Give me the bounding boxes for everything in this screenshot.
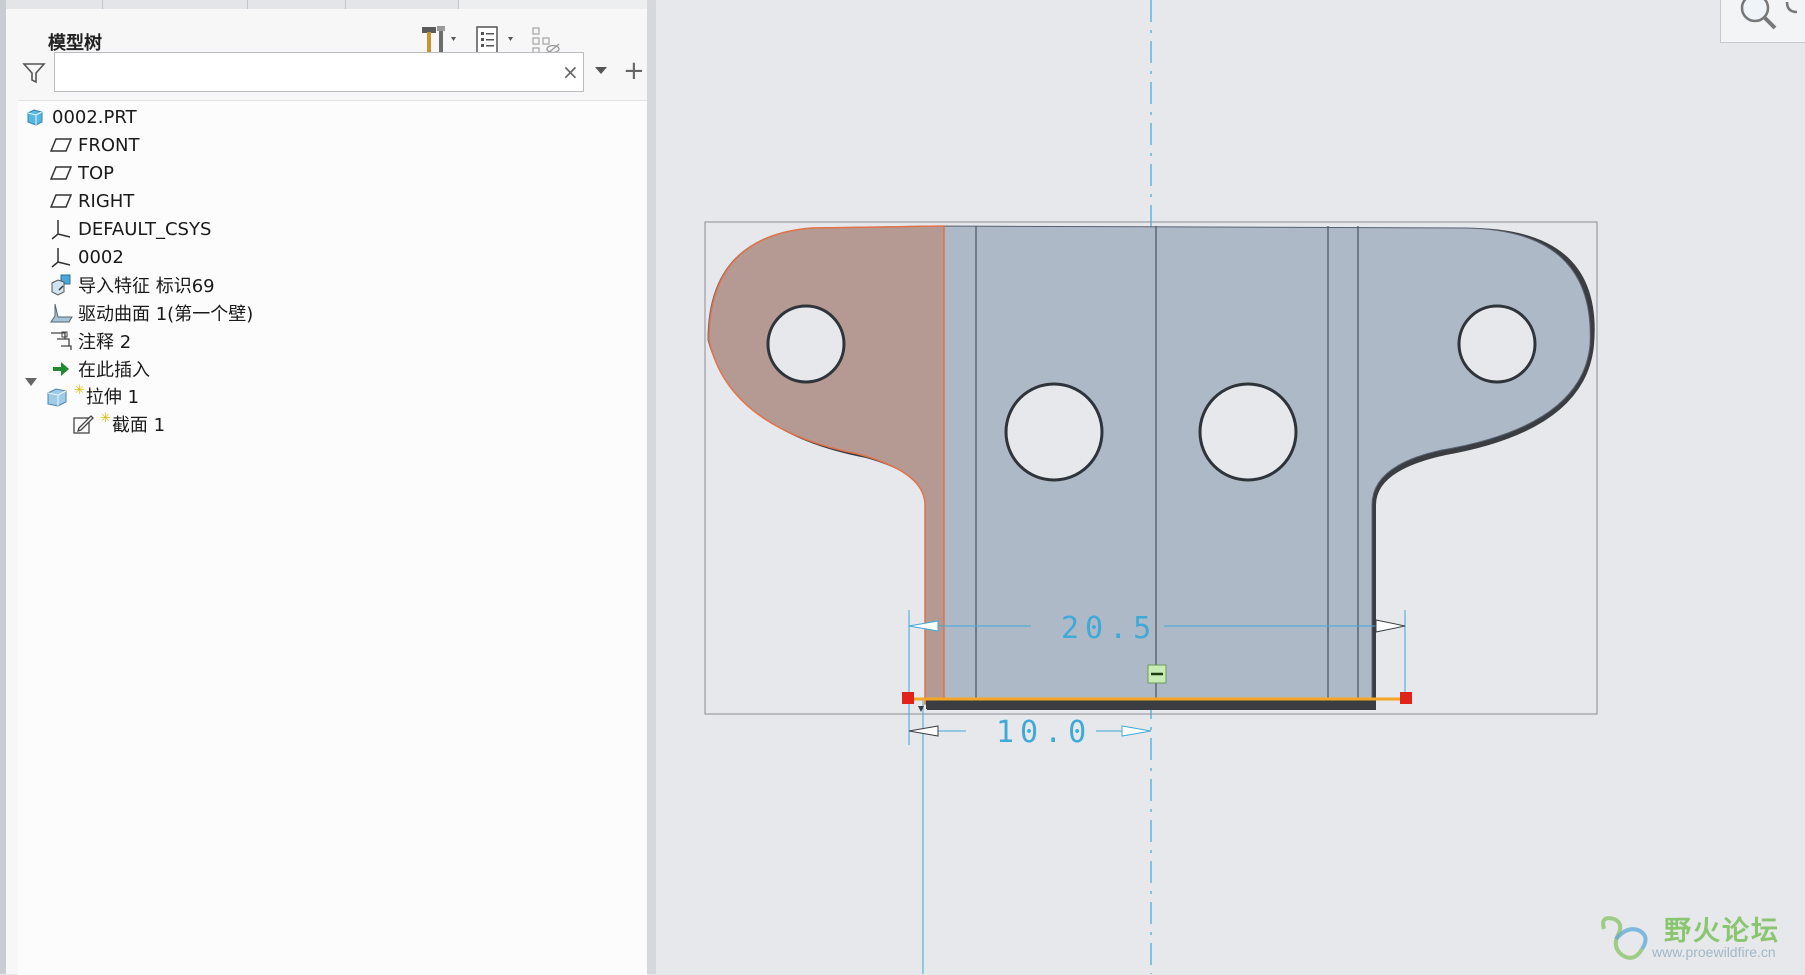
tab-model-tree[interactable] bbox=[6, 0, 103, 9]
new-feature-star-icon: ✳ bbox=[74, 383, 85, 398]
add-filter-icon[interactable]: + bbox=[623, 56, 645, 86]
tree-item-driving-surface[interactable]: 驱动曲面 1(第一个壁) bbox=[48, 299, 668, 327]
chevron-down-icon[interactable] bbox=[595, 67, 607, 75]
dimension-20-5[interactable]: 20.5 bbox=[1061, 611, 1157, 646]
dimension-10-0[interactable]: 10.0 bbox=[996, 715, 1092, 750]
tree-item-import-feature[interactable]: 导入特征 标识69 bbox=[48, 271, 668, 299]
tree-item-default-csys[interactable]: DEFAULT_CSYS bbox=[48, 215, 668, 243]
forum-watermark: 野火论坛 www.proewildfire.cn bbox=[1594, 905, 1799, 967]
coordinate-system-icon bbox=[51, 248, 71, 268]
extrude-icon bbox=[47, 388, 67, 407]
refit-icon[interactable] bbox=[1783, 0, 1805, 20]
annotation-icon bbox=[51, 331, 72, 350]
hole-left[interactable] bbox=[766, 304, 846, 384]
hole-right[interactable] bbox=[1457, 304, 1537, 384]
tree-item-part[interactable]: 0002.PRT bbox=[22, 103, 642, 131]
tab-web[interactable] bbox=[346, 0, 459, 9]
hole-center-left[interactable] bbox=[1004, 382, 1104, 482]
panel-header: 模型树 bbox=[6, 9, 647, 55]
tab-folder[interactable] bbox=[103, 0, 248, 9]
view-zoom-toolbar bbox=[1720, 0, 1805, 43]
tree-item-label: TOP bbox=[78, 162, 115, 184]
filter-icon[interactable] bbox=[22, 61, 46, 85]
search-input[interactable] bbox=[54, 52, 584, 92]
tree-item-annotation[interactable]: 注释 2 bbox=[48, 327, 668, 355]
tab-favorites[interactable] bbox=[248, 0, 346, 9]
driving-surface-icon bbox=[50, 303, 73, 323]
datum-plane-icon bbox=[50, 194, 72, 208]
tree-item-label: 0002.PRT bbox=[52, 106, 137, 128]
sketch-canvas[interactable]: 20.5 10.0 bbox=[656, 0, 1805, 974]
sketch-endpoint-handle[interactable] bbox=[1400, 692, 1412, 704]
import-feature-icon bbox=[51, 274, 71, 296]
zoom-icon[interactable] bbox=[1735, 0, 1779, 32]
tree-item-insert-here[interactable]: 在此插入 bbox=[48, 355, 668, 383]
sketch-endpoint-handle[interactable] bbox=[902, 692, 914, 704]
tree-item-front[interactable]: FRONT bbox=[48, 131, 668, 159]
tree-item-label: FRONT bbox=[78, 134, 140, 156]
tree-item-label: 拉伸 1 bbox=[85, 387, 140, 408]
insert-here-arrow-icon bbox=[53, 362, 69, 376]
watermark-logo-icon bbox=[1601, 916, 1648, 960]
sketch-icon bbox=[73, 415, 94, 434]
clear-search-icon[interactable]: × bbox=[562, 60, 579, 84]
collapse-triangle-icon[interactable] bbox=[24, 375, 38, 389]
tree-item-label: 导入特征 标识69 bbox=[78, 276, 215, 297]
panel-left-border bbox=[0, 0, 6, 974]
tree-item-label: 截面 1 bbox=[111, 415, 166, 436]
new-feature-star-icon: ✳ bbox=[100, 411, 111, 426]
tree-item-extrude[interactable]: ✳拉伸 1 bbox=[44, 382, 664, 410]
part-icon bbox=[27, 109, 43, 126]
tree-item-top[interactable]: TOP bbox=[48, 159, 668, 187]
dimension-arrow bbox=[1375, 619, 1406, 633]
tree-item-label: 0002 bbox=[78, 246, 124, 268]
tree-item-right[interactable]: RIGHT bbox=[48, 187, 668, 215]
panel-tab-strip bbox=[6, 0, 647, 9]
tree-item-label: DEFAULT_CSYS bbox=[78, 218, 212, 240]
datum-plane-icon bbox=[50, 166, 72, 180]
hole-center-right[interactable] bbox=[1198, 382, 1298, 482]
dimension-arrow bbox=[1121, 725, 1152, 737]
watermark-url: www.proewildfire.cn bbox=[1652, 944, 1776, 960]
datum-plane-icon bbox=[50, 138, 72, 152]
tree-item-label: 驱动曲面 1(第一个壁) bbox=[78, 304, 254, 325]
graphics-window[interactable]: 20.5 10.0 bbox=[656, 0, 1805, 974]
model-tree-panel: 模型树 × + 0002.PRT FRONT TOP RIGHT DEFAULT… bbox=[0, 0, 656, 975]
filter-row: × + bbox=[6, 52, 647, 98]
model-tree: 0002.PRT FRONT TOP RIGHT DEFAULT_CSYS 00… bbox=[18, 100, 647, 975]
panel-splitter[interactable] bbox=[647, 0, 656, 974]
tree-item-label: RIGHT bbox=[78, 190, 135, 212]
watermark-title: 野火论坛 bbox=[1664, 916, 1780, 947]
tree-item-label: 在此插入 bbox=[78, 360, 150, 381]
tree-item-sketch[interactable]: ✳截面 1 bbox=[70, 410, 690, 438]
coordinate-system-icon bbox=[51, 220, 71, 240]
dimension-arrow bbox=[908, 620, 939, 632]
tree-item-csys-0002[interactable]: 0002 bbox=[48, 243, 668, 271]
tree-item-label: 注释 2 bbox=[78, 332, 132, 353]
